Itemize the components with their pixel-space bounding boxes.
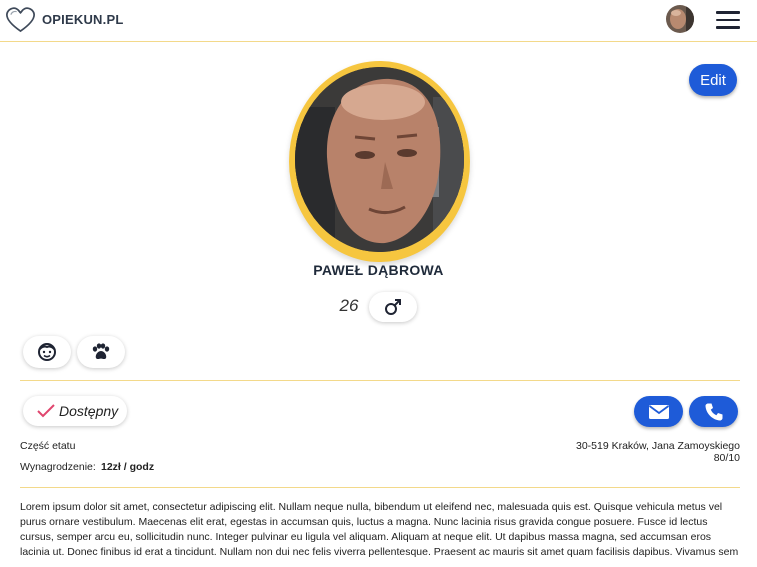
check-icon: [37, 404, 55, 418]
employment-type: Część etatu: [20, 440, 76, 452]
section-divider: [20, 487, 740, 488]
child-care-badge[interactable]: [23, 336, 71, 368]
age-value: 26: [339, 296, 359, 315]
availability-label: Dostępny: [59, 403, 119, 419]
message-button[interactable]: [634, 396, 683, 427]
mail-icon: [648, 404, 669, 419]
edit-button[interactable]: Edit: [689, 64, 737, 96]
profile-photo: [289, 61, 470, 262]
gender-badge[interactable]: [369, 292, 417, 322]
logo[interactable]: OPIEKUN.PL: [5, 6, 123, 33]
availability-badge[interactable]: Dostępny: [23, 396, 127, 426]
profile-name: PAWEŁ DĄBROWA: [313, 262, 444, 278]
male-icon: [385, 299, 401, 315]
heart-logo-icon: [6, 7, 35, 33]
logo-text: OPIEKUN.PL: [42, 12, 124, 27]
pet-care-badge[interactable]: [77, 336, 125, 368]
paw-icon: [92, 343, 110, 360]
address: 30-519 Kraków, Jana Zamoyskiego 80/10: [575, 440, 740, 464]
phone-icon: [705, 403, 722, 420]
salary-label: Wynagrodzenie:: [20, 461, 96, 473]
call-button[interactable]: [689, 396, 738, 427]
avatar-image: [666, 5, 694, 33]
child-face-icon: [38, 343, 56, 361]
menu-icon[interactable]: [716, 10, 740, 30]
profile-portrait-image: [295, 67, 464, 252]
top-bar: OPIEKUN.PL: [0, 0, 757, 42]
section-divider: [20, 380, 740, 381]
user-avatar[interactable]: [666, 5, 694, 33]
profile-description: Lorem ipsum dolor sit amet, consectetur …: [20, 501, 739, 558]
salary-value: 12zł / godz: [101, 461, 155, 473]
